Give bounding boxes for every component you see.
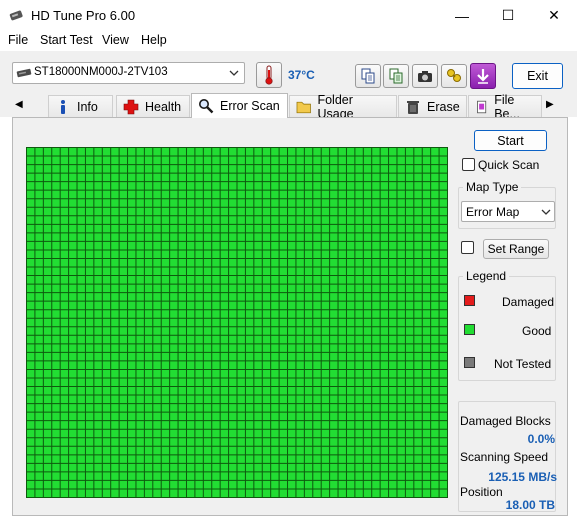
tab-info-label: Info bbox=[77, 99, 98, 114]
start-button[interactable]: Start bbox=[474, 130, 547, 151]
map-type-title: Map Type bbox=[463, 180, 522, 194]
position-value: 18.00 TB bbox=[505, 498, 555, 512]
menu-view[interactable]: View bbox=[102, 33, 129, 47]
legend-damaged-label: Damaged bbox=[502, 295, 555, 309]
download-arrow-icon bbox=[477, 69, 489, 84]
tab-erase-label: Erase bbox=[427, 99, 460, 114]
map-type-value: Error Map bbox=[466, 205, 520, 219]
info-icon bbox=[61, 99, 65, 114]
set-range-checkbox[interactable] bbox=[461, 241, 474, 254]
copy-info-button[interactable] bbox=[383, 64, 409, 88]
folder-icon bbox=[296, 101, 311, 113]
tab-error-scan[interactable]: Error Scan bbox=[191, 93, 288, 118]
quick-scan-checkbox[interactable] bbox=[462, 158, 475, 171]
window-title: HD Tune Pro 6.00 bbox=[31, 8, 136, 23]
tab-info[interactable]: Info bbox=[48, 95, 113, 117]
file-benchmark-icon bbox=[477, 100, 487, 113]
legend-not-tested-label: Not Tested bbox=[494, 357, 552, 371]
menu-file[interactable]: File bbox=[8, 33, 28, 47]
health-cross-icon bbox=[123, 99, 139, 114]
chevron-down-icon bbox=[541, 209, 551, 215]
close-button[interactable]: ✕ bbox=[531, 0, 577, 31]
tab-file-benchmark[interactable]: File Be... bbox=[468, 93, 542, 121]
trash-icon bbox=[407, 100, 419, 114]
legend-not-tested-swatch bbox=[464, 357, 475, 368]
damaged-blocks-label: Damaged Blocks bbox=[460, 414, 551, 428]
map-type-select[interactable]: Error Map bbox=[461, 201, 555, 222]
screenshot-button[interactable] bbox=[412, 64, 438, 88]
magnifier-icon bbox=[199, 99, 214, 114]
exit-button[interactable]: Exit bbox=[512, 63, 563, 89]
menu-help[interactable]: Help bbox=[141, 33, 167, 47]
tab-health[interactable]: Health bbox=[116, 95, 190, 117]
maximize-button[interactable]: ☐ bbox=[485, 0, 531, 31]
temperature-value: 37°C bbox=[288, 68, 315, 82]
tab-erase[interactable]: Erase bbox=[398, 95, 467, 117]
thermometer-icon bbox=[265, 65, 273, 85]
legend-good-swatch bbox=[464, 324, 475, 335]
chevron-down-icon bbox=[229, 70, 239, 76]
screenshot-camera-icon bbox=[418, 71, 432, 82]
drive-icon bbox=[16, 68, 32, 78]
copy-text-button[interactable] bbox=[355, 64, 381, 88]
damaged-blocks-value: 0.0% bbox=[527, 432, 555, 446]
drive-label: ST18000NM000J-2TV103 bbox=[34, 66, 168, 78]
temperature-button[interactable] bbox=[256, 62, 282, 88]
legend-damaged-swatch bbox=[464, 295, 475, 306]
minimize-button[interactable]: — bbox=[439, 0, 485, 31]
copy-info-icon bbox=[389, 68, 403, 84]
save-download-button[interactable] bbox=[470, 63, 496, 89]
tab-error-scan-label: Error Scan bbox=[220, 99, 280, 113]
menu-bar: File Start Test View Help bbox=[0, 31, 577, 51]
tab-scroll-right-icon[interactable]: ▶ bbox=[546, 99, 554, 110]
set-range-button[interactable]: Set Range bbox=[483, 239, 549, 259]
tab-health-label: Health bbox=[145, 99, 182, 114]
position-label: Position bbox=[460, 485, 503, 499]
scanning-speed-value: 125.15 MB/s bbox=[488, 470, 557, 484]
options-keys-icon bbox=[447, 69, 461, 82]
legend-title: Legend bbox=[463, 269, 510, 283]
copy-text-icon bbox=[361, 68, 375, 84]
app-icon bbox=[9, 10, 23, 21]
legend-good-label: Good bbox=[522, 324, 552, 338]
error-map-grid bbox=[26, 147, 448, 498]
scanning-speed-label: Scanning Speed bbox=[460, 450, 549, 464]
tab-folder-usage[interactable]: Folder Usage bbox=[289, 93, 397, 121]
menu-start-test[interactable]: Start Test bbox=[40, 33, 93, 47]
tab-scroll-left-icon[interactable]: ◀ bbox=[15, 99, 23, 110]
quick-scan-label: Quick Scan bbox=[478, 158, 540, 172]
options-button[interactable] bbox=[441, 64, 467, 88]
